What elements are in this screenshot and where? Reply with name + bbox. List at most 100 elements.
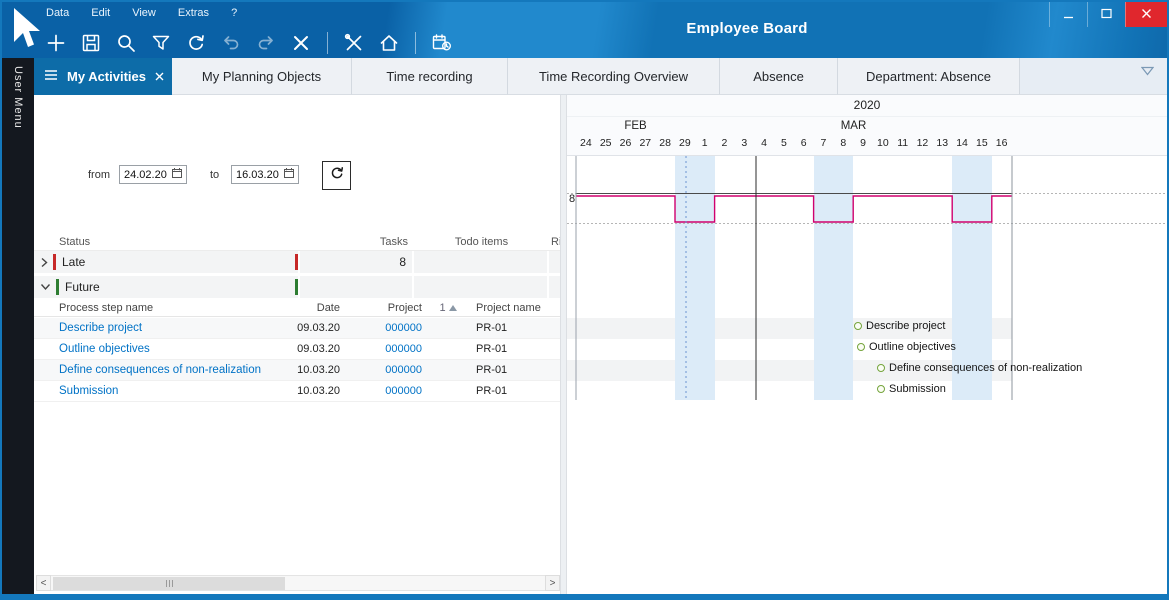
pane-splitter[interactable] <box>560 95 567 594</box>
scrollbar-thumb[interactable] <box>53 577 285 590</box>
milestone-icon <box>877 385 885 393</box>
tab-label: Time recording <box>386 69 472 84</box>
project-link[interactable]: 000000 <box>340 364 430 376</box>
tab-my-activities[interactable]: My Activities <box>34 58 172 95</box>
undo-button[interactable] <box>219 31 243 55</box>
day-cell: 13 <box>932 137 952 149</box>
home-button[interactable] <box>377 31 401 55</box>
from-label: from <box>88 169 110 181</box>
toolbar-separator <box>327 32 328 54</box>
tab-time-recording[interactable]: Time recording <box>352 58 508 95</box>
window-controls <box>1049 2 1167 27</box>
column-header-process-step-name[interactable]: Process step name <box>34 302 284 314</box>
sort-order: 1 <box>439 302 445 314</box>
scroll-left-button[interactable]: < <box>36 575 51 591</box>
search-button[interactable] <box>114 31 138 55</box>
group-row-late[interactable]: Late 8 <box>34 251 560 273</box>
from-date-field[interactable] <box>119 165 187 184</box>
status-color-bar <box>56 279 59 295</box>
calendar-icon[interactable] <box>171 166 183 184</box>
menu-extras[interactable]: Extras <box>178 7 209 19</box>
planning-board-button[interactable] <box>430 31 454 55</box>
menu-data[interactable]: Data <box>46 7 69 19</box>
status-color-bar <box>53 254 56 270</box>
status-color-bar <box>295 279 298 295</box>
to-label: to <box>210 169 219 181</box>
project-link[interactable]: 000000 <box>340 322 430 334</box>
to-date-input[interactable] <box>232 169 280 181</box>
sort-indicator[interactable]: 1 <box>430 302 466 314</box>
milestone-outline-objectives[interactable]: Outline objectives <box>857 341 956 353</box>
menu-help[interactable]: ? <box>231 7 237 19</box>
day-cell: 26 <box>616 137 636 149</box>
day-cell: 3 <box>734 137 754 149</box>
group-row-future[interactable]: Future <box>34 276 560 298</box>
milestone-label: Outline objectives <box>869 341 956 353</box>
to-date-field[interactable] <box>231 165 299 184</box>
tools-button[interactable] <box>342 31 366 55</box>
tabbar-empty-area <box>1020 58 1167 95</box>
table-row[interactable]: Outline objectives 09.03.20 000000 PR-01 <box>34 339 560 360</box>
maximize-button[interactable] <box>1087 2 1125 27</box>
scrollbar-track[interactable] <box>51 575 545 591</box>
table-row[interactable]: Define consequences of non-realization 1… <box>34 360 560 381</box>
gantt-timeline-header: 2020 FEB MAR 24 25 26 27 28 29 1 2 3 4 5… <box>567 95 1167 156</box>
activities-pane: from to Status Tasks Todo items Ris Late <box>34 95 560 594</box>
milestone-submission[interactable]: Submission <box>877 383 946 395</box>
timeline-month-feb: FEB <box>576 117 695 136</box>
column-header-tasks[interactable]: Tasks <box>300 236 414 248</box>
day-cell: 28 <box>655 137 675 149</box>
tab-my-planning-objects[interactable]: My Planning Objects <box>172 58 352 95</box>
process-step-link[interactable]: Define consequences of non-realization <box>34 364 284 376</box>
filter-button[interactable] <box>149 31 173 55</box>
process-step-link[interactable]: Describe project <box>34 322 284 334</box>
user-menu-strip[interactable]: User Menu <box>2 58 34 594</box>
calendar-icon[interactable] <box>283 166 295 184</box>
tab-absence[interactable]: Absence <box>720 58 838 95</box>
milestone-describe-project[interactable]: Describe project <box>854 320 945 332</box>
day-cell: 1 <box>695 137 715 149</box>
group-label: Late <box>62 255 85 269</box>
column-header-project[interactable]: Project <box>340 302 430 314</box>
delete-button[interactable] <box>289 31 313 55</box>
toolbar <box>44 28 454 58</box>
column-header-risks[interactable]: Ris <box>549 236 560 248</box>
close-icon <box>1141 6 1152 24</box>
day-cell: 24 <box>576 137 596 149</box>
process-step-link[interactable]: Outline objectives <box>34 343 284 355</box>
column-header-todo-items[interactable]: Todo items <box>414 236 549 248</box>
toolbar-separator <box>415 32 416 54</box>
activity-table-header: Status Tasks Todo items Ris <box>34 233 560 251</box>
process-step-link[interactable]: Submission <box>34 385 284 397</box>
chevron-right-icon[interactable] <box>40 257 48 268</box>
close-button[interactable] <box>1125 2 1167 27</box>
refresh-icon <box>328 164 346 187</box>
from-date-input[interactable] <box>120 169 168 181</box>
apply-refresh-button[interactable] <box>322 161 351 190</box>
hamburger-icon[interactable] <box>44 69 58 84</box>
project-link[interactable]: 000000 <box>340 385 430 397</box>
timeline-days-row: 24 25 26 27 28 29 1 2 3 4 5 6 7 8 9 10 1… <box>576 137 1012 149</box>
menu-view[interactable]: View <box>132 7 156 19</box>
minimize-button[interactable] <box>1049 2 1087 27</box>
redo-button[interactable] <box>254 31 278 55</box>
project-link[interactable]: 000000 <box>340 343 430 355</box>
chevron-down-icon[interactable] <box>40 282 51 292</box>
column-header-status[interactable]: Status <box>34 236 300 248</box>
tab-department-absence[interactable]: Department: Absence <box>838 58 1020 95</box>
milestone-define-consequences[interactable]: Define consequences of non-realization <box>877 362 1082 374</box>
menu-edit[interactable]: Edit <box>91 7 110 19</box>
table-row[interactable]: Submission 10.03.20 000000 PR-01 <box>34 381 560 402</box>
scroll-right-button[interactable]: > <box>545 575 560 591</box>
column-header-project-name[interactable]: Project name <box>466 302 560 314</box>
table-row[interactable]: Describe project 09.03.20 000000 PR-01 <box>34 318 560 339</box>
add-button[interactable] <box>44 31 68 55</box>
tab-list-dropdown-icon[interactable] <box>1141 63 1154 81</box>
refresh-button[interactable] <box>184 31 208 55</box>
day-cell: 6 <box>794 137 814 149</box>
milestone-label: Define consequences of non-realization <box>889 362 1082 374</box>
tab-time-recording-overview[interactable]: Time Recording Overview <box>508 58 720 95</box>
column-header-date[interactable]: Date <box>284 302 340 314</box>
close-tab-icon[interactable] <box>155 72 164 81</box>
save-button[interactable] <box>79 31 103 55</box>
